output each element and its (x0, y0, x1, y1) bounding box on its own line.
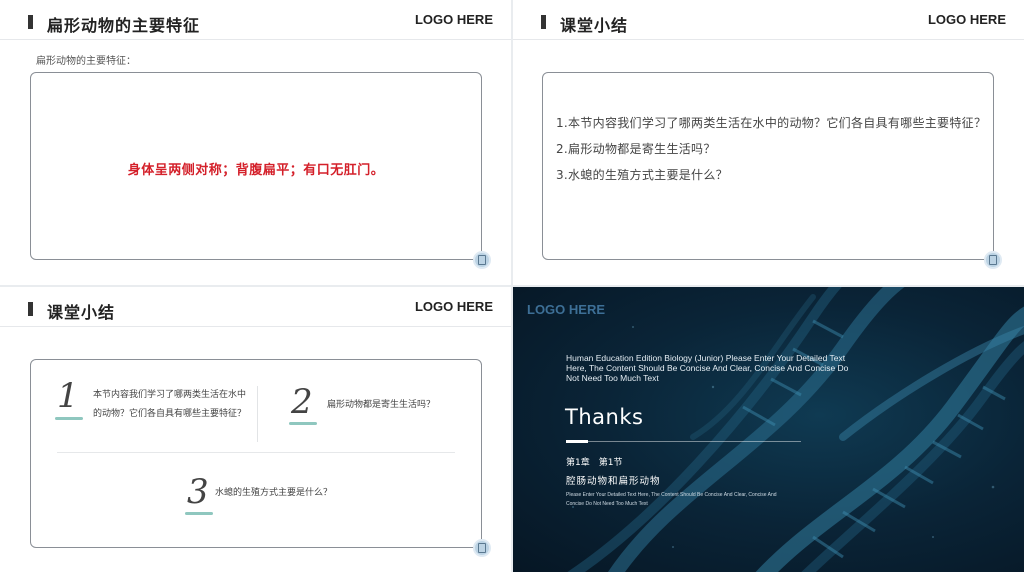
slide-corner-icon[interactable] (473, 251, 491, 269)
item-text: 扁形动物都是寄生生活吗？ (327, 400, 436, 410)
horizontal-divider (57, 452, 455, 453)
logo-text: LOGO HERE (414, 12, 493, 27)
slide-summary-numbered[interactable]: 课堂小结 LOGO HERE 1 本节内容我们学习了哪两类生活在水中 的动物？它… (0, 287, 511, 572)
content-box: 身体呈两侧对称；背腹扁平；有口无肛门。 (30, 72, 482, 260)
question-item: 3.水螅的生殖方式主要是什么？ (556, 168, 728, 182)
title-marker (28, 302, 33, 316)
section-subtitle: 扁形动物的主要特征： (36, 56, 136, 67)
item-number: 3 (187, 472, 209, 512)
chapter-label: 第1章 第1节 (566, 458, 623, 468)
item-text-line: 本节内容我们学习了哪两类生活在水中 (93, 390, 247, 400)
description-text: Human Education Edition Biology (Junior)… (566, 353, 849, 383)
logo-text: LOGO HERE (927, 12, 1006, 27)
slide-grid: 扁形动物的主要特征 LOGO HERE 扁形动物的主要特征： 身体呈两侧对称；背… (0, 0, 1024, 572)
slide-title: 扁形动物的主要特征 (47, 16, 201, 35)
slide-thanks[interactable]: LOGO HERE Human Education Edition Biolog… (513, 287, 1024, 572)
number-underline (185, 512, 213, 515)
title-marker (541, 15, 546, 29)
logo-text: LOGO HERE (414, 299, 493, 314)
title-marker (28, 15, 33, 29)
vertical-divider (257, 386, 258, 442)
slide-corner-icon[interactable] (984, 251, 1002, 269)
lesson-subtitle: 腔肠动物和扁形动物 (566, 476, 661, 487)
slide-header: 扁形动物的主要特征 LOGO HERE (0, 0, 511, 40)
question-item: 2.扁形动物都是寄生生活吗？ (556, 142, 716, 156)
item-text-line: 的动物？它们各自具有哪些主要特征？ (93, 409, 247, 419)
item-text: 水螅的生殖方式主要是什么？ (215, 488, 333, 498)
number-underline (289, 422, 317, 425)
highlight-text: 身体呈两侧对称；背腹扁平；有口无肛门。 (127, 163, 385, 178)
slide-summary-list[interactable]: 课堂小结 LOGO HERE 1.本节内容我们学习了哪两类生活在水中的动物？它们… (513, 0, 1024, 285)
slide-corner-icon[interactable] (473, 539, 491, 557)
item-number: 1 (57, 376, 79, 416)
slide-title: 课堂小结 (560, 16, 629, 35)
slide-characteristics[interactable]: 扁形动物的主要特征 LOGO HERE 扁形动物的主要特征： 身体呈两侧对称；背… (0, 0, 511, 285)
small-description: Please Enter Your Detailed Text Here, Th… (566, 492, 777, 507)
divider-accent (566, 440, 588, 443)
logo-text: LOGO HERE (527, 302, 606, 317)
question-item: 1.本节内容我们学习了哪两类生活在水中的动物？它们各自具有哪些主要特征？ (556, 116, 987, 130)
thanks-heading: Thanks (565, 405, 644, 429)
slide-title: 课堂小结 (47, 303, 116, 322)
content-box: 1 本节内容我们学习了哪两类生活在水中 的动物？它们各自具有哪些主要特征？ 2 … (30, 359, 482, 548)
divider-line (566, 441, 801, 442)
item-text: 本节内容我们学习了哪两类生活在水中 的动物？它们各自具有哪些主要特征？ (93, 386, 246, 424)
slide-header: 课堂小结 LOGO HERE (0, 287, 511, 327)
dna-helix-background (567, 287, 1024, 572)
number-underline (55, 417, 83, 420)
content-box: 1.本节内容我们学习了哪两类生活在水中的动物？它们各自具有哪些主要特征？ 2.扁… (542, 72, 994, 260)
item-number: 2 (291, 382, 313, 422)
slide-header: 课堂小结 LOGO HERE (513, 0, 1024, 40)
